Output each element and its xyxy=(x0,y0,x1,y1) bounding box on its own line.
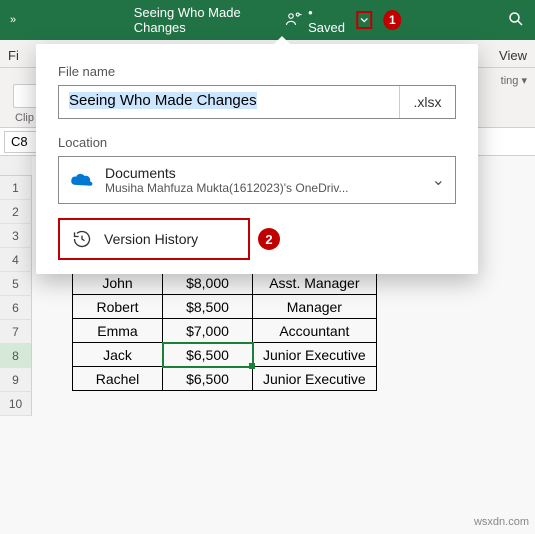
share-icon[interactable] xyxy=(284,10,302,31)
version-history-label: Version History xyxy=(104,231,198,247)
row-header[interactable]: 5 xyxy=(0,272,32,296)
filename-label: File name xyxy=(58,64,456,79)
cell[interactable]: John xyxy=(73,271,163,295)
table-row: John$8,000Asst. Manager xyxy=(73,271,377,295)
row-header[interactable]: 8 xyxy=(0,344,32,368)
location-label: Location xyxy=(58,135,456,150)
chevron-down-icon xyxy=(360,16,368,24)
filename-value[interactable]: Seeing Who Made Changes xyxy=(69,92,257,109)
saved-status: • Saved xyxy=(308,5,348,35)
row-header[interactable]: 9 xyxy=(0,368,32,392)
row-header[interactable]: 4 xyxy=(0,248,32,272)
tab-file-partial[interactable]: Fi xyxy=(0,44,27,67)
location-subtitle: Musiha Mahfuza Mukta(1612023)'s OneDriv.… xyxy=(105,181,349,195)
editing-group-partial[interactable]: ting ▾ xyxy=(493,68,535,127)
tab-view[interactable]: View xyxy=(491,44,535,67)
cell[interactable]: $7,000 xyxy=(163,319,253,343)
row-header[interactable]: 10 xyxy=(0,392,32,416)
document-title[interactable]: Seeing Who Made Changes xyxy=(134,5,278,35)
clipboard-group-label: Clip xyxy=(15,112,34,124)
annotation-callout-1: 1 xyxy=(383,10,401,30)
cell[interactable]: Asst. Manager xyxy=(253,271,377,295)
row-header[interactable]: 2 xyxy=(0,200,32,224)
cell[interactable]: Robert xyxy=(73,295,163,319)
table-row: Robert$8,500Manager xyxy=(73,295,377,319)
location-picker[interactable]: Documents Musiha Mahfuza Mukta(1612023)'… xyxy=(58,156,456,204)
cell[interactable]: Manager xyxy=(253,295,377,319)
row-header[interactable]: 7 xyxy=(0,320,32,344)
table-row: Rachel$6,500Junior Executive xyxy=(73,367,377,391)
history-icon xyxy=(72,229,92,249)
title-dropdown-button[interactable] xyxy=(356,11,372,29)
cell[interactable]: Junior Executive xyxy=(253,343,377,367)
cell[interactable]: Junior Executive xyxy=(253,367,377,391)
cell[interactable]: $8,500 xyxy=(163,295,253,319)
column-header-row xyxy=(0,156,32,176)
table-row: Emma$7,000Accountant xyxy=(73,319,377,343)
ribbon-overflow[interactable]: » xyxy=(0,14,29,26)
annotation-callout-2: 2 xyxy=(258,228,280,250)
cell[interactable]: Rachel xyxy=(73,367,163,391)
file-extension-dropdown[interactable]: .xlsx xyxy=(399,86,455,118)
watermark: wsxdn.com xyxy=(474,516,529,528)
cell[interactable]: $6,500 xyxy=(163,343,253,367)
cell[interactable]: Accountant xyxy=(253,319,377,343)
cell[interactable]: Emma xyxy=(73,319,163,343)
table-row: Jack$6,500Junior Executive xyxy=(73,343,377,367)
filename-field[interactable]: Seeing Who Made Changes .xlsx xyxy=(58,85,456,119)
cell[interactable]: $8,000 xyxy=(163,271,253,295)
location-title: Documents xyxy=(105,165,349,181)
cell[interactable]: $6,500 xyxy=(163,367,253,391)
chevron-down-icon: ⌄ xyxy=(432,170,445,190)
filename-popover: File name Seeing Who Made Changes .xlsx … xyxy=(36,44,478,274)
cell[interactable]: Jack xyxy=(73,343,163,367)
search-icon[interactable] xyxy=(507,10,525,31)
row-header[interactable]: 6 xyxy=(0,296,32,320)
row-header[interactable]: 1 xyxy=(0,176,32,200)
version-history-button[interactable]: Version History xyxy=(58,218,250,260)
row-header[interactable]: 3 xyxy=(0,224,32,248)
paste-button-partial[interactable] xyxy=(13,84,37,108)
onedrive-icon xyxy=(69,170,95,190)
title-bar: » Seeing Who Made Changes • Saved 1 xyxy=(0,0,535,40)
